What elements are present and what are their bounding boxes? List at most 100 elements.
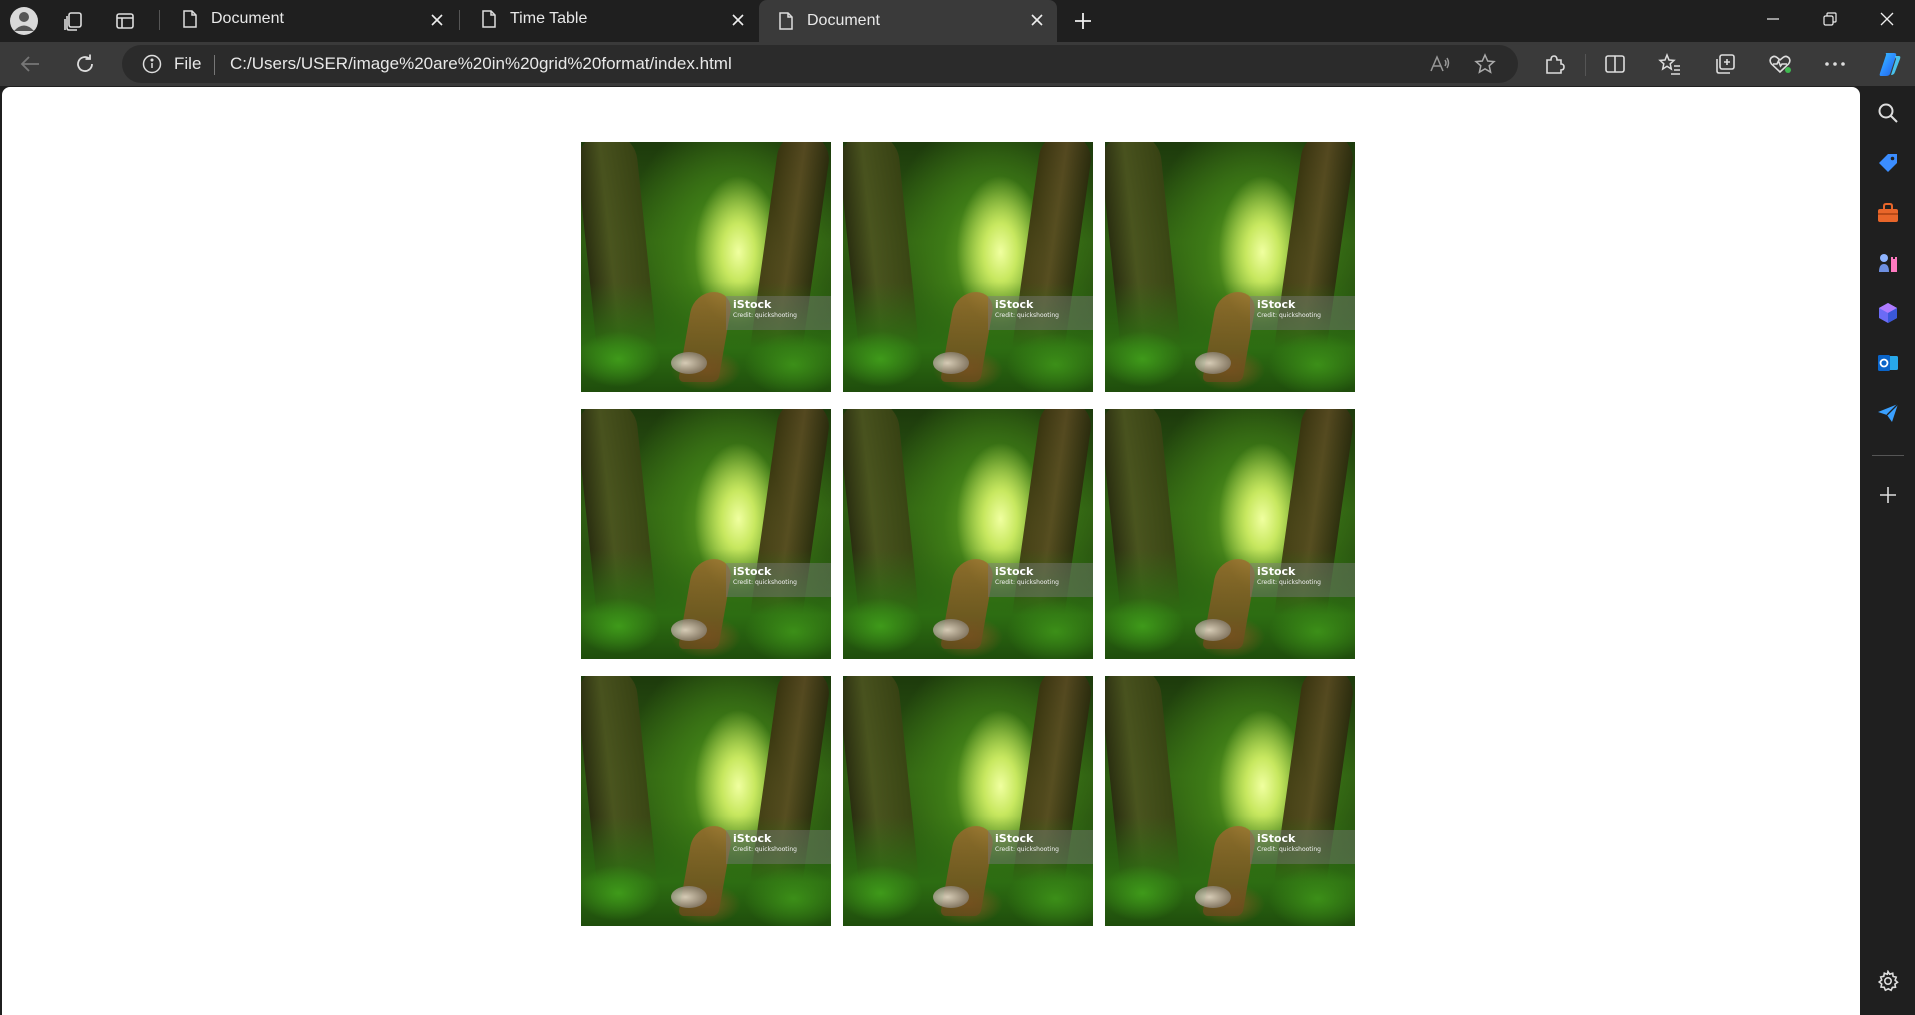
address-url[interactable]: C:/Users/USER/image%20are%20in%20grid%20… (230, 54, 732, 74)
forest-image: iStock Credit: quickshooting (581, 142, 831, 392)
tag-icon (1879, 154, 1897, 172)
sidebar-settings-button[interactable] (1874, 967, 1902, 995)
chess-icon (1879, 254, 1897, 272)
profile-icon (10, 7, 38, 35)
tab-title: Document (211, 10, 284, 27)
close-icon (431, 14, 443, 26)
watermark-credit: Credit: quickshooting (733, 312, 797, 319)
tab-actions-icon (116, 13, 134, 29)
favorites-button[interactable] (1652, 46, 1688, 82)
forest-image: iStock Credit: quickshooting (1105, 409, 1355, 659)
watermark-credit: Credit: quickshooting (1257, 312, 1321, 319)
copilot-icon (1879, 53, 1901, 76)
tab-close-button[interactable] (728, 10, 748, 30)
back-arrow-icon (20, 56, 39, 72)
watermark-brand: iStock (733, 565, 772, 578)
favorite-button[interactable] (1473, 52, 1497, 76)
forest-image: iStock Credit: quickshooting (843, 676, 1093, 926)
more-icon (1825, 62, 1845, 66)
plus-icon (1880, 487, 1896, 503)
back-button[interactable] (12, 46, 48, 82)
tab-title: Document (807, 12, 880, 29)
address-scheme: File (174, 54, 202, 73)
collections-button[interactable] (1707, 46, 1743, 82)
refresh-icon (77, 54, 93, 72)
watermark-brand: iStock (995, 298, 1034, 311)
favorites-icon (1658, 53, 1680, 75)
forest-image: iStock Credit: quickshooting (1105, 676, 1355, 926)
gear-icon (1877, 970, 1899, 992)
tab-separator (159, 10, 160, 30)
sidebar-separator (1872, 455, 1904, 456)
tab-strip: Document Time Table Document (0, 0, 1915, 42)
sidebar-outlook-button[interactable] (1874, 349, 1902, 377)
watermark-credit: Credit: quickshooting (995, 579, 1059, 586)
watermark-credit: Credit: quickshooting (733, 846, 797, 853)
watermark-credit: Credit: quickshooting (995, 846, 1059, 853)
refresh-button[interactable] (67, 46, 103, 82)
page-icon (482, 10, 496, 28)
watermark-brand: iStock (733, 832, 772, 845)
page-icon (183, 10, 197, 28)
forest-image: iStock Credit: quickshooting (581, 676, 831, 926)
star-icon (1474, 53, 1496, 74)
browser-toolbar: File C:/Users/USER/image%20are%20in%20gr… (0, 42, 1915, 86)
workspaces-button[interactable] (55, 4, 91, 38)
page-icon (779, 12, 793, 30)
sidebar-tools-button[interactable] (1874, 199, 1902, 227)
restore-icon (1822, 12, 1837, 26)
read-aloud-button[interactable] (1428, 52, 1452, 76)
collections-icon (1716, 54, 1735, 74)
close-window-button[interactable] (1858, 0, 1915, 38)
puzzle-icon (1546, 55, 1565, 74)
sidebar-send-button[interactable] (1874, 399, 1902, 427)
more-button[interactable] (1817, 46, 1853, 82)
minimize-icon (1766, 18, 1779, 20)
sidebar-shopping-button[interactable] (1874, 149, 1902, 177)
minimize-button[interactable] (1744, 0, 1801, 38)
edge-sidebar (1860, 87, 1915, 1015)
watermark-credit: Credit: quickshooting (1257, 579, 1321, 586)
tab-actions-button[interactable] (107, 4, 143, 38)
read-aloud-icon (1430, 55, 1450, 72)
address-bar[interactable]: File C:/Users/USER/image%20are%20in%20gr… (122, 45, 1518, 83)
workspaces-icon (64, 12, 82, 31)
forest-image: iStock Credit: quickshooting (1105, 142, 1355, 392)
close-icon (1031, 14, 1043, 26)
close-icon (732, 14, 744, 26)
copilot-icon (1879, 303, 1897, 323)
sidebar-add-button[interactable] (1874, 481, 1902, 509)
sidebar-games-button[interactable] (1874, 249, 1902, 277)
tab-document-active[interactable]: Document (759, 0, 1057, 42)
watermark-brand: iStock (1257, 832, 1296, 845)
tab-title: Time Table (510, 10, 588, 27)
page-viewport: iStock Credit: quickshooting iStock Cred… (2, 87, 1860, 1015)
watermark-brand: iStock (1257, 298, 1296, 311)
watermark-credit: Credit: quickshooting (995, 312, 1059, 319)
watermark-brand: iStock (1257, 565, 1296, 578)
tab-time-table[interactable]: Time Table (462, 0, 758, 38)
tab-close-button[interactable] (427, 10, 447, 30)
restore-button[interactable] (1801, 0, 1858, 38)
extensions-button[interactable] (1536, 46, 1572, 82)
split-screen-button[interactable] (1597, 46, 1633, 82)
tab-close-button[interactable] (1027, 10, 1047, 30)
sidebar-search-button[interactable] (1874, 99, 1902, 127)
sidebar-copilot-button[interactable] (1874, 299, 1902, 327)
watermark-credit: Credit: quickshooting (1257, 846, 1321, 853)
info-icon[interactable] (142, 54, 162, 74)
search-icon (1878, 103, 1898, 123)
copilot-button[interactable] (1872, 46, 1908, 82)
split-screen-icon (1605, 55, 1625, 73)
watermark-credit: Credit: quickshooting (733, 579, 797, 586)
toolbox-icon (1878, 203, 1898, 222)
profile-button[interactable] (6, 4, 42, 38)
toolbar-separator (1585, 54, 1586, 76)
address-separator (214, 55, 215, 75)
tab-document-1[interactable]: Document (163, 0, 457, 38)
watermark-brand: iStock (995, 832, 1034, 845)
browser-essentials-button[interactable] (1762, 46, 1798, 82)
plus-icon (1075, 13, 1091, 29)
new-tab-button[interactable] (1065, 4, 1101, 38)
image-grid: iStock Credit: quickshooting iStock Cred… (581, 142, 1355, 926)
